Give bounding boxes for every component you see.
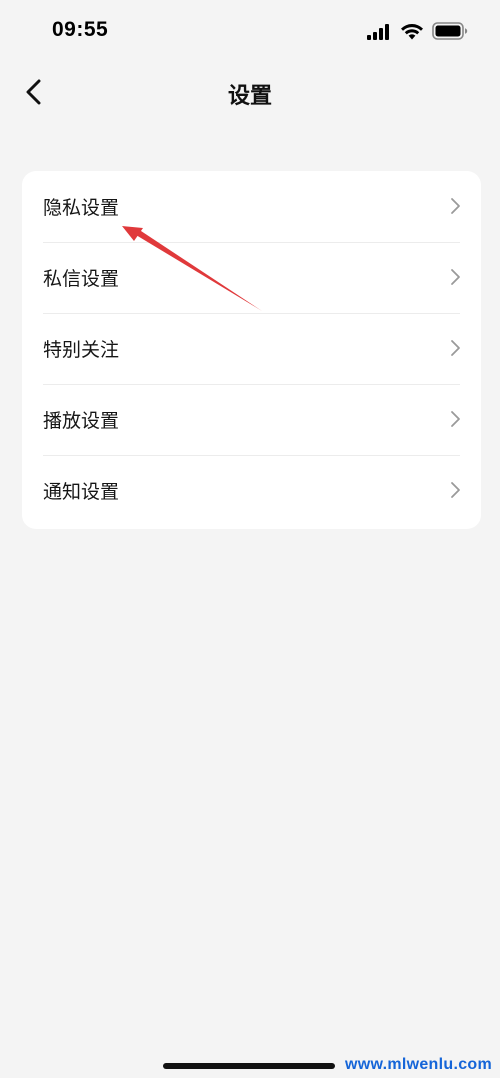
- chevron-right-icon: [451, 411, 460, 427]
- chevron-right-icon: [451, 198, 460, 214]
- signal-bars-icon: [367, 24, 389, 40]
- settings-item-label: 播放设置: [43, 410, 120, 432]
- chevron-right-icon: [451, 482, 460, 498]
- chevron-right-icon: [451, 269, 460, 285]
- watermark: www.mlwenlu.com: [344, 1056, 492, 1073]
- settings-item-label: 私信设置: [43, 268, 120, 290]
- status-time: 09:55: [52, 18, 109, 41]
- settings-item-special-follow[interactable]: 特别关注: [22, 313, 481, 384]
- settings-item-direct-messages[interactable]: 私信设置: [22, 242, 481, 313]
- navigation-bar: 设置: [0, 64, 500, 122]
- settings-item-label: 通知设置: [43, 481, 120, 503]
- settings-card: 隐私设置 私信设置 特别关注 播放设置 通知设置: [22, 171, 481, 529]
- settings-item-notifications[interactable]: 通知设置: [22, 455, 481, 526]
- battery-icon: [432, 22, 468, 40]
- chevron-right-icon: [451, 340, 460, 356]
- annotation-arrow: [122, 226, 262, 311]
- home-indicator: [163, 1063, 335, 1069]
- settings-item-privacy[interactable]: 隐私设置: [22, 171, 481, 242]
- wifi-icon: [401, 24, 423, 40]
- status-bar: 09:55: [0, 0, 500, 64]
- settings-item-playback[interactable]: 播放设置: [22, 384, 481, 455]
- settings-item-label: 隐私设置: [43, 197, 120, 219]
- settings-item-label: 特别关注: [43, 339, 120, 361]
- page-title: 设置: [227, 84, 272, 109]
